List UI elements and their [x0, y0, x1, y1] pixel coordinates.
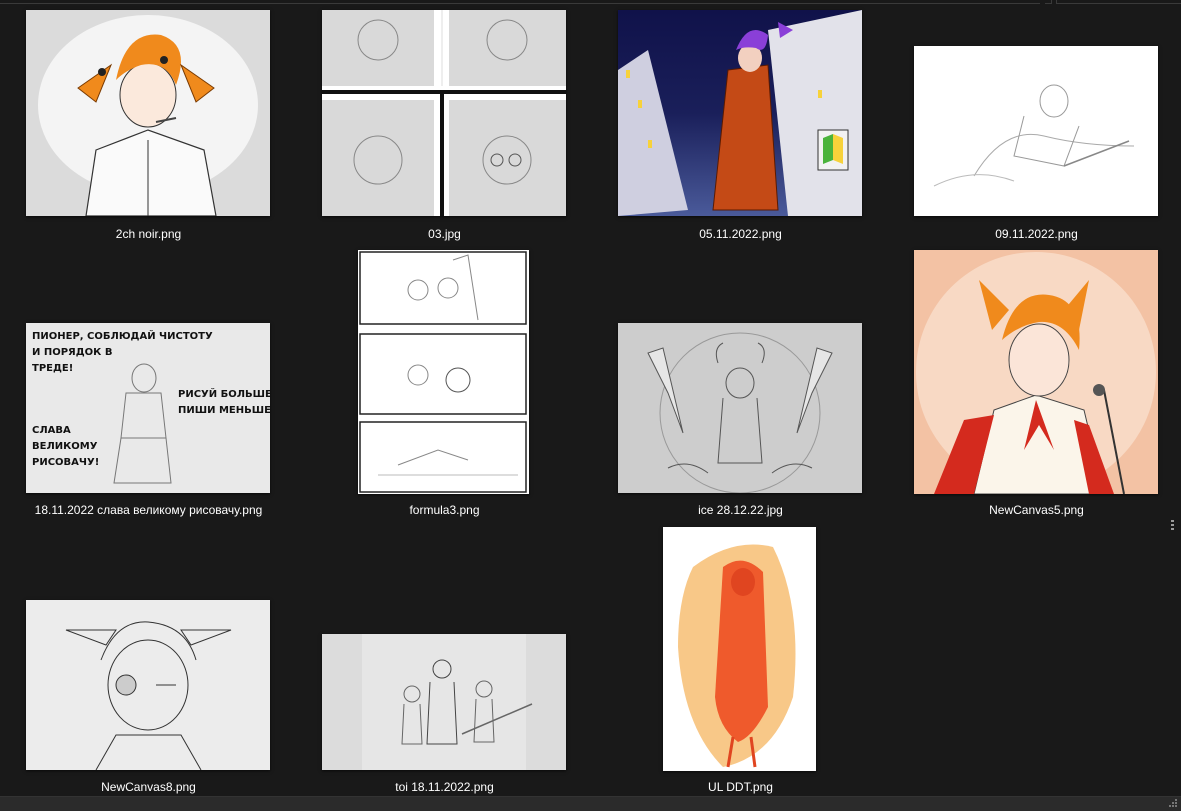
poster-text: ПИШИ МЕНЬШЕ! [178, 405, 270, 416]
thumbnail-image[interactable] [914, 46, 1158, 216]
thumbnail-image[interactable]: ПИОНЕР, СОБЛЮДАЙ ЧИСТОТУ И ПОРЯДОК В ТРЕ… [26, 323, 270, 493]
resize-grip-icon[interactable] [1169, 799, 1177, 807]
scrollbar-grip[interactable] [1167, 520, 1181, 580]
file-name: 18.11.2022 слава великому рисовачу.png [34, 503, 263, 517]
thumbnail-image[interactable] [26, 600, 270, 770]
thumbnail-image[interactable] [322, 634, 566, 770]
poster-text: ВЕЛИКОМУ [32, 441, 98, 452]
poster-text: ТРЕДЕ! [32, 363, 73, 374]
file-name: ice 28.12.22.jpg [698, 503, 783, 517]
file-name: UL DDT.png [708, 780, 773, 794]
poster-text: РИСОВАЧУ! [32, 457, 99, 468]
file-name: 09.11.2022.png [995, 227, 1078, 241]
thumbnail-image[interactable] [322, 10, 566, 216]
thumbnail-image[interactable] [618, 323, 862, 493]
file-name: 05.11.2022.png [699, 227, 782, 241]
poster-text: И ПОРЯДОК В [32, 347, 112, 358]
file-name: NewCanvas8.png [101, 780, 196, 794]
file-name: toi 18.11.2022.png [395, 780, 494, 794]
thumbnail-image[interactable] [358, 250, 529, 494]
poster-text: РИСУЙ БОЛЬШЕ – [178, 387, 270, 400]
thumbnail-image[interactable] [914, 250, 1158, 494]
top-edge [0, 0, 1181, 4]
thumbnail-image[interactable] [663, 527, 816, 771]
file-name: formula3.png [409, 503, 480, 517]
file-name: NewCanvas5.png [989, 503, 1084, 517]
file-name: 03.jpg [428, 227, 461, 241]
poster-text: СЛАВА [32, 425, 71, 436]
status-bar [0, 796, 1181, 811]
thumbnail-image[interactable] [618, 10, 862, 216]
file-name: 2ch noir.png [115, 227, 182, 241]
poster-text: ПИОНЕР, СОБЛЮДАЙ ЧИСТОТУ [32, 329, 213, 342]
thumbnail-image[interactable] [26, 10, 270, 216]
